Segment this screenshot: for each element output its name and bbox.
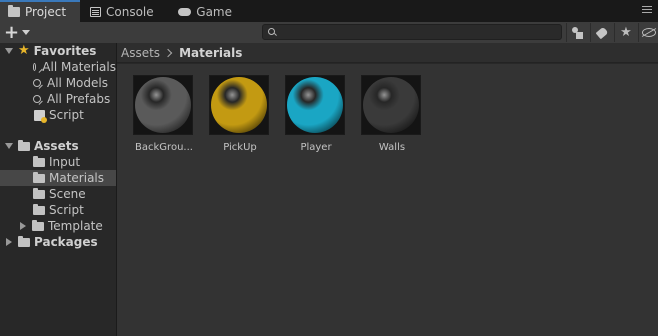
expand-arrow-icon[interactable] <box>5 48 13 54</box>
breadcrumb-root[interactable]: Assets <box>121 46 160 60</box>
favorites-button[interactable]: ★ <box>614 23 637 42</box>
project-toolbar: + ★ <box>0 22 658 44</box>
asset-name: PickUp <box>223 142 257 153</box>
tree-item-label: Script <box>49 108 84 122</box>
tree-item-label: All Models <box>47 76 108 90</box>
tree-packages-label: Packages <box>34 235 98 249</box>
tree-favorites[interactable]: ★ Favorites <box>0 43 116 59</box>
breadcrumb: Assets Materials <box>117 43 658 63</box>
chevron-right-icon <box>163 48 173 57</box>
filter-by-label-icon <box>595 26 609 39</box>
tree-item-label: All Prefabs <box>47 92 111 106</box>
folder-icon <box>8 5 20 17</box>
favorites-star-icon: ★ <box>18 43 30 58</box>
tree-item-label: Input <box>49 155 81 169</box>
tree-packages[interactable]: Packages <box>0 234 116 250</box>
tab-console-label: Console <box>106 5 154 19</box>
asset-grid: BackGrou... PickUp Player Walls <box>117 64 658 336</box>
tree-assets[interactable]: Assets <box>0 138 116 154</box>
search-icon <box>33 79 41 87</box>
tab-console[interactable]: Console <box>82 2 166 22</box>
asset-item-walls[interactable]: Walls <box>361 75 423 153</box>
tree-assets-label: Assets <box>34 139 79 153</box>
script-favorite-icon <box>34 109 47 123</box>
tree-item-all-models[interactable]: All Models <box>0 75 116 91</box>
search-input[interactable] <box>279 25 557 39</box>
collapse-arrow-icon[interactable] <box>20 222 26 230</box>
panel-menu-icon[interactable] <box>642 6 652 7</box>
material-thumbnail <box>209 75 269 135</box>
hidden-packages-icon <box>642 28 656 37</box>
asset-item-pickup[interactable]: PickUp <box>209 75 271 153</box>
gamepad-icon <box>178 8 192 16</box>
material-sphere <box>287 77 343 133</box>
hidden-packages-button[interactable] <box>638 23 658 42</box>
tree-item-all-prefabs[interactable]: All Prefabs <box>0 91 116 107</box>
tree-item-label: Materials <box>49 171 105 185</box>
asset-name: Player <box>300 142 332 153</box>
tab-project-label: Project <box>25 5 67 19</box>
tree-favorites-label: Favorites <box>33 44 97 58</box>
tree-item-label: Script <box>49 203 84 217</box>
tree-item-template[interactable]: Template <box>0 218 116 234</box>
tree-item-label: All Materials <box>42 60 116 74</box>
create-button[interactable]: + <box>4 22 34 43</box>
folder-open-icon <box>18 139 30 151</box>
material-sphere <box>135 77 191 133</box>
material-thumbnail <box>361 75 421 135</box>
plus-icon: + <box>4 22 20 43</box>
folder-icon <box>18 235 30 247</box>
search-icon <box>33 95 41 103</box>
folder-icon <box>33 187 45 199</box>
search-icon <box>33 63 37 71</box>
window-tab-bar: Project Console Game <box>0 0 658 22</box>
tree-item-all-materials[interactable]: All Materials <box>0 59 116 75</box>
tree-item-label: Template <box>48 219 103 233</box>
asset-item-background[interactable]: BackGrou... <box>133 75 195 153</box>
material-sphere <box>363 77 419 133</box>
asset-name: BackGrou... <box>135 142 193 153</box>
console-icon <box>90 7 101 17</box>
tab-game[interactable]: Game <box>170 2 240 22</box>
folder-icon <box>33 171 45 183</box>
material-thumbnail <box>133 75 193 135</box>
asset-name: Walls <box>378 142 406 153</box>
tree-item-script[interactable]: Script <box>0 202 116 218</box>
collapse-arrow-icon[interactable] <box>6 238 12 246</box>
tree-item-scene[interactable]: Scene <box>0 186 116 202</box>
filter-by-label-button[interactable] <box>590 23 613 42</box>
search-field[interactable] <box>262 24 562 40</box>
favorites-star-icon: ★ <box>620 25 632 40</box>
tab-project[interactable]: Project <box>0 0 80 22</box>
tree-item-label: Scene <box>49 187 86 201</box>
filter-by-type-button[interactable] <box>566 23 589 42</box>
search-icon <box>268 28 275 35</box>
folder-icon <box>33 155 45 167</box>
folder-icon <box>33 203 45 215</box>
folder-tree: ★ Favorites All Materials All Models All… <box>0 43 117 336</box>
folder-icon <box>32 219 44 231</box>
tree-item-materials[interactable]: Materials <box>0 170 116 186</box>
filter-by-type-icon <box>572 26 584 39</box>
asset-item-player[interactable]: Player <box>285 75 347 153</box>
chevron-down-icon <box>22 30 31 35</box>
breadcrumb-current[interactable]: Materials <box>179 46 242 60</box>
tree-item-script-favorite[interactable]: Script <box>0 107 116 123</box>
material-thumbnail <box>285 75 345 135</box>
material-sphere <box>211 77 267 133</box>
expand-arrow-icon[interactable] <box>5 143 13 149</box>
tree-item-input[interactable]: Input <box>0 154 116 170</box>
tab-game-label: Game <box>196 5 232 19</box>
